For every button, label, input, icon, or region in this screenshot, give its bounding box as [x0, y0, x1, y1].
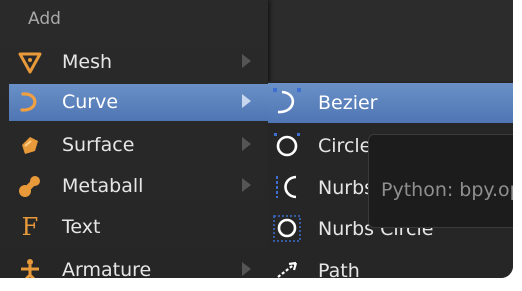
submenu-item-label: Path	[318, 260, 360, 278]
path-icon	[272, 255, 302, 278]
screenshot-stage: Add Mesh Curve Surface Metaball F Text A…	[0, 0, 522, 291]
submenu-arrow-icon	[242, 94, 251, 108]
metaball-icon	[17, 173, 43, 199]
submenu-item-bezier[interactable]: Bezier	[268, 83, 513, 123]
menu-item-label: Metaball	[62, 175, 144, 197]
menu-item-label: Text	[62, 216, 101, 238]
menu-title: Add	[28, 9, 61, 29]
menu-item-armature[interactable]: Armature	[9, 252, 268, 278]
circle-icon	[272, 130, 302, 160]
menu-item-mesh[interactable]: Mesh	[9, 44, 268, 81]
menu-item-surface[interactable]: Surface	[9, 127, 268, 164]
menu-item-label: Surface	[62, 134, 135, 156]
submenu-arrow-icon	[242, 262, 251, 276]
blender-ui: Add Mesh Curve Surface Metaball F Text A…	[0, 0, 513, 278]
mesh-icon	[17, 49, 43, 75]
surface-icon	[17, 132, 43, 158]
menu-item-metaball[interactable]: Metaball	[9, 168, 268, 205]
background-area	[268, 0, 513, 81]
armature-icon	[17, 257, 43, 278]
text-icon: F	[21, 213, 39, 241]
submenu-arrow-icon	[242, 137, 251, 151]
submenu-item-label: Circle	[318, 135, 372, 157]
tooltip: C Python: bpy.op	[368, 134, 513, 228]
submenu-item-path[interactable]: Path	[268, 251, 513, 278]
tooltip-python-path: Python: bpy.op	[381, 179, 513, 201]
nurbs-circle-icon	[272, 213, 302, 243]
submenu-item-label: Bezier	[318, 92, 378, 114]
menu-item-curve[interactable]: Curve	[9, 84, 268, 121]
menu-item-label: Armature	[62, 259, 152, 278]
submenu-arrow-icon	[242, 178, 251, 192]
bezier-icon	[272, 87, 302, 117]
submenu-arrow-icon	[242, 54, 251, 68]
menu-item-label: Curve	[62, 91, 119, 113]
nurbs-curve-icon	[272, 172, 302, 202]
menu-item-label: Mesh	[62, 51, 113, 73]
add-menu: Add Mesh Curve Surface Metaball F Text A…	[0, 0, 268, 278]
curve-icon	[17, 89, 43, 115]
menu-item-text[interactable]: F Text	[9, 209, 268, 246]
